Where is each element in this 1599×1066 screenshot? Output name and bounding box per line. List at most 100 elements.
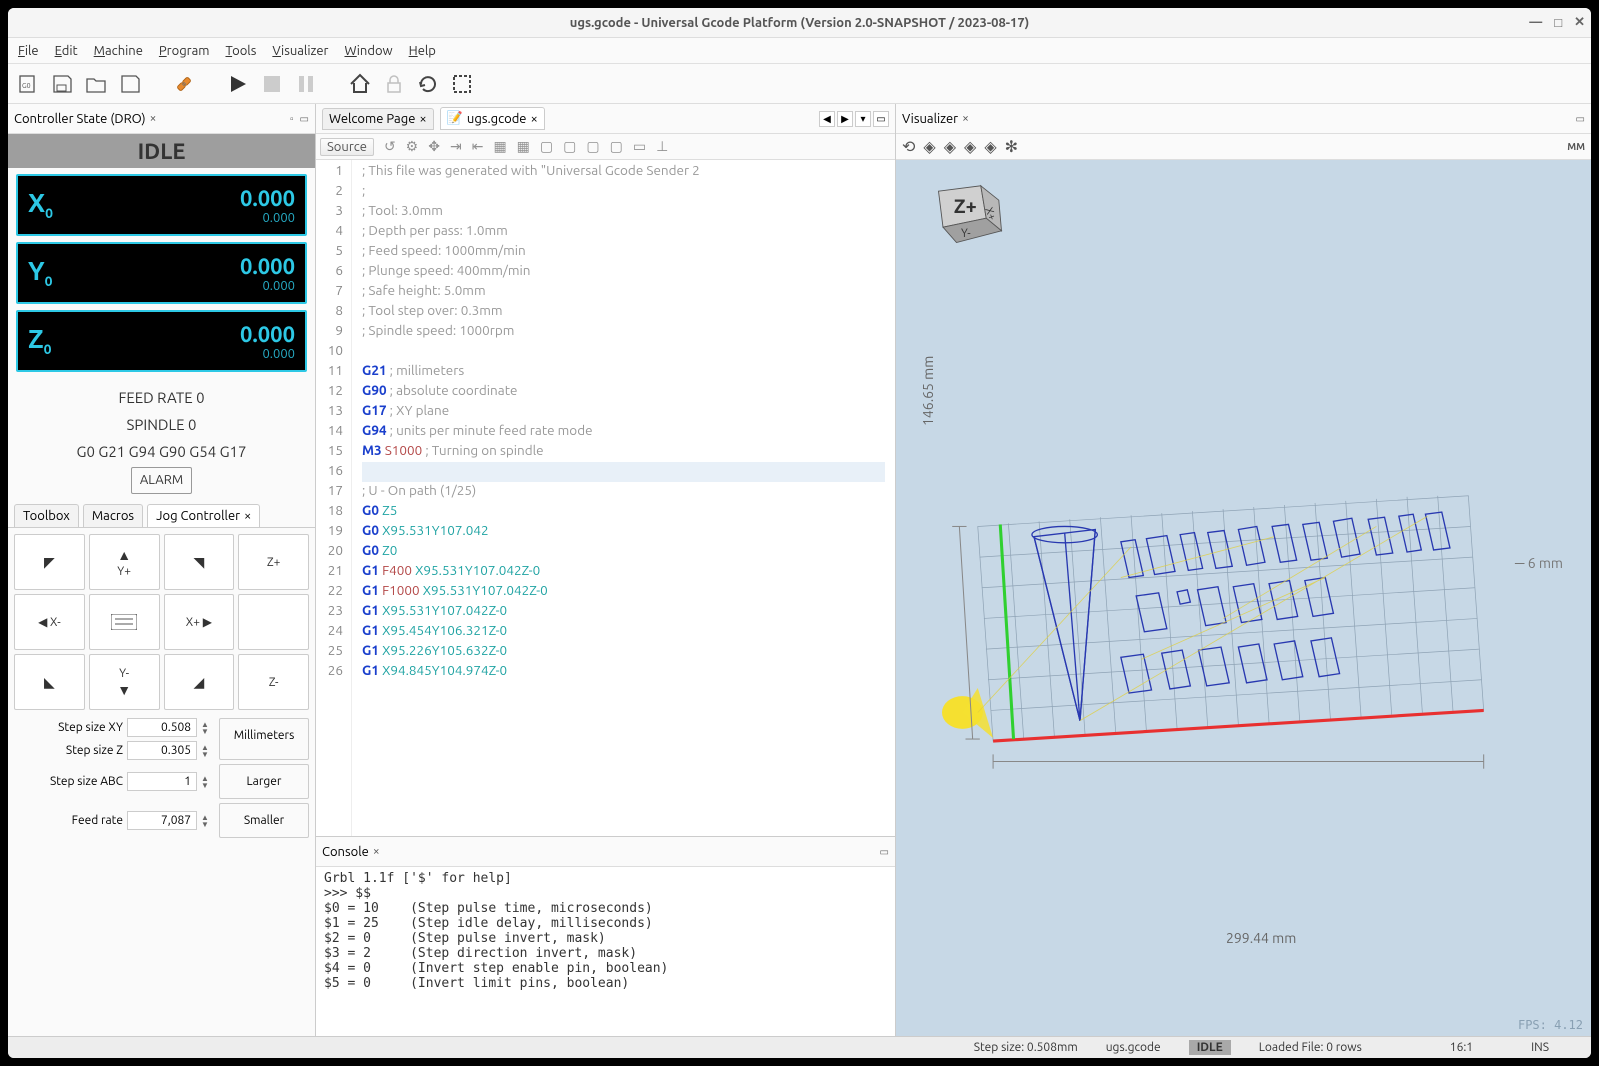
play-icon[interactable] xyxy=(226,72,250,96)
jog-keyboard[interactable] xyxy=(89,594,160,650)
tab-welcome[interactable]: Welcome Page × xyxy=(322,108,434,130)
close-icon[interactable]: × xyxy=(150,112,157,125)
outdent-icon[interactable]: ⇤ xyxy=(472,138,484,155)
menu-tools[interactable]: Tools xyxy=(225,44,256,58)
menu-edit[interactable]: Edit xyxy=(55,44,78,58)
jog-diag-se[interactable]: ◢ xyxy=(164,654,235,710)
menu-visualizer[interactable]: Visualizer xyxy=(272,44,328,58)
feed-input[interactable] xyxy=(127,811,197,830)
menu-file[interactable]: File xyxy=(18,44,39,58)
jog-y-plus[interactable]: ▲Y+ xyxy=(89,534,160,590)
code-line[interactable]: ; U - On path (1/25) xyxy=(362,482,885,502)
source-button[interactable]: Source xyxy=(320,138,374,156)
code-line[interactable]: G0 Z5 xyxy=(362,502,885,522)
dock-icon[interactable]: ▭ xyxy=(880,846,889,858)
reset-view-icon[interactable]: ⟲ xyxy=(902,137,915,156)
larger-button[interactable]: Larger xyxy=(219,764,309,799)
code-line[interactable]: G1 X95.454Y106.321Z-0 xyxy=(362,622,885,642)
dro-axis-y[interactable]: Y00.0000.000 xyxy=(16,242,307,304)
jog-x-minus[interactable]: ◀ X- xyxy=(14,594,85,650)
new-file-icon[interactable]: G0 xyxy=(16,72,40,96)
code-line[interactable]: G0 X95.531Y107.042 xyxy=(362,522,885,542)
jog-y-minus[interactable]: Y-▼ xyxy=(89,654,160,710)
code-line[interactable]: ; xyxy=(362,182,885,202)
tab-gcode-file[interactable]: 📝 ugs.gcode × xyxy=(440,107,545,130)
tab-jog[interactable]: Jog Controller × xyxy=(147,504,260,527)
dock-icon[interactable]: ▭ xyxy=(300,113,309,125)
code-line[interactable]: ; Safe height: 5.0mm xyxy=(362,282,885,302)
code-line[interactable]: ; This file was generated with "Universa… xyxy=(362,162,885,182)
open-icon[interactable] xyxy=(84,72,108,96)
cube-icon[interactable]: ◈ xyxy=(944,137,956,156)
tab-max[interactable]: ▭ xyxy=(873,111,889,127)
outline-icon[interactable] xyxy=(450,72,474,96)
dro-axis-z[interactable]: Z00.0000.000 xyxy=(16,310,307,372)
stop-icon[interactable] xyxy=(260,72,284,96)
move-icon[interactable]: ✥ xyxy=(428,138,440,155)
code-line[interactable]: G21 ; millimeters xyxy=(362,362,885,382)
dro-tab[interactable]: Controller State (DRO) × ▫▭ xyxy=(8,104,315,134)
code-line[interactable]: G1 F400 X95.531Y107.042Z-0 xyxy=(362,562,885,582)
icon[interactable]: ▢ xyxy=(563,138,576,155)
tab-toolbox[interactable]: Toolbox xyxy=(14,504,79,527)
code-line[interactable]: ; Plunge speed: 400mm/min xyxy=(362,262,885,282)
cube-icon[interactable]: ◈ xyxy=(984,137,996,156)
save-icon[interactable] xyxy=(50,72,74,96)
cube-icon[interactable]: ◈ xyxy=(923,137,935,156)
code-line[interactable]: ; Depth per pass: 1.0mm xyxy=(362,222,885,242)
code-line[interactable]: G94 ; units per minute feed rate mode xyxy=(362,422,885,442)
icon[interactable]: ▢ xyxy=(586,138,599,155)
code-line[interactable]: G1 F1000 X95.531Y107.042Z-0 xyxy=(362,582,885,602)
gear-icon[interactable]: ⚙ xyxy=(406,138,419,155)
lock-icon[interactable] xyxy=(382,72,406,96)
step-xy-input[interactable] xyxy=(127,718,197,737)
icon[interactable]: ▭ xyxy=(633,138,646,155)
code-line[interactable]: ; Tool step over: 0.3mm xyxy=(362,302,885,322)
cube-icon[interactable]: ◈ xyxy=(964,137,976,156)
save-as-icon[interactable] xyxy=(118,72,142,96)
smaller-button[interactable]: Smaller xyxy=(219,803,309,838)
console-tab[interactable]: Console × ▭ xyxy=(316,837,895,867)
icon[interactable]: ▢ xyxy=(610,138,623,155)
jog-x-plus[interactable]: X+ ▶ xyxy=(164,594,235,650)
close-icon[interactable]: × xyxy=(373,845,380,858)
code-line[interactable]: ; Tool: 3.0mm xyxy=(362,202,885,222)
icon[interactable]: ▦ xyxy=(517,138,530,155)
menu-help[interactable]: Help xyxy=(409,44,436,58)
settings-icon[interactable]: ✻ xyxy=(1005,137,1018,156)
menu-window[interactable]: Window xyxy=(344,44,392,58)
connect-icon[interactable] xyxy=(172,72,196,96)
maximize-button[interactable]: □ xyxy=(1554,15,1562,30)
code-line[interactable]: G0 Z0 xyxy=(362,542,885,562)
console-output[interactable]: Grbl 1.1f ['$' for help] >>> $$ $0 = 10 … xyxy=(316,867,895,1036)
pause-icon[interactable] xyxy=(294,72,318,96)
icon[interactable]: ⊥ xyxy=(656,138,668,155)
dro-axis-x[interactable]: X00.0000.000 xyxy=(16,174,307,236)
code-line[interactable] xyxy=(362,342,885,362)
dock-icon[interactable]: ▫ xyxy=(290,113,294,125)
step-abc-input[interactable] xyxy=(127,772,197,791)
jog-z-minus[interactable]: Z- xyxy=(238,654,309,710)
close-button[interactable]: ✕ xyxy=(1574,15,1585,30)
history-icon[interactable]: ↺ xyxy=(384,138,396,155)
indent-icon[interactable]: ⇥ xyxy=(450,138,462,155)
code-line[interactable]: M3 S1000 ; Turning on spindle xyxy=(362,442,885,462)
tab-list[interactable]: ▾ xyxy=(855,111,871,127)
jog-diag-sw[interactable]: ◣ xyxy=(14,654,85,710)
units-button[interactable]: Millimeters xyxy=(219,718,309,760)
dock-icon[interactable]: ▭ xyxy=(1576,113,1585,125)
orientation-cube[interactable]: Z+ X+ Y- xyxy=(916,175,1006,265)
visualizer-tab[interactable]: Visualizer × ▭ xyxy=(896,104,1591,134)
icon[interactable]: ▦ xyxy=(493,138,506,155)
alarm-button[interactable]: ALARM xyxy=(131,467,192,494)
code-line[interactable]: G90 ; absolute coordinate xyxy=(362,382,885,402)
close-icon[interactable]: × xyxy=(419,112,426,126)
close-icon[interactable]: × xyxy=(962,112,969,125)
close-icon[interactable]: × xyxy=(244,509,251,523)
minimize-button[interactable]: — xyxy=(1529,15,1542,30)
step-z-input[interactable] xyxy=(127,741,197,760)
tab-macros[interactable]: Macros xyxy=(83,504,143,527)
home-icon[interactable] xyxy=(348,72,372,96)
code-line[interactable]: ; Feed speed: 1000mm/min xyxy=(362,242,885,262)
jog-diag-ne[interactable]: ◥ xyxy=(164,534,235,590)
